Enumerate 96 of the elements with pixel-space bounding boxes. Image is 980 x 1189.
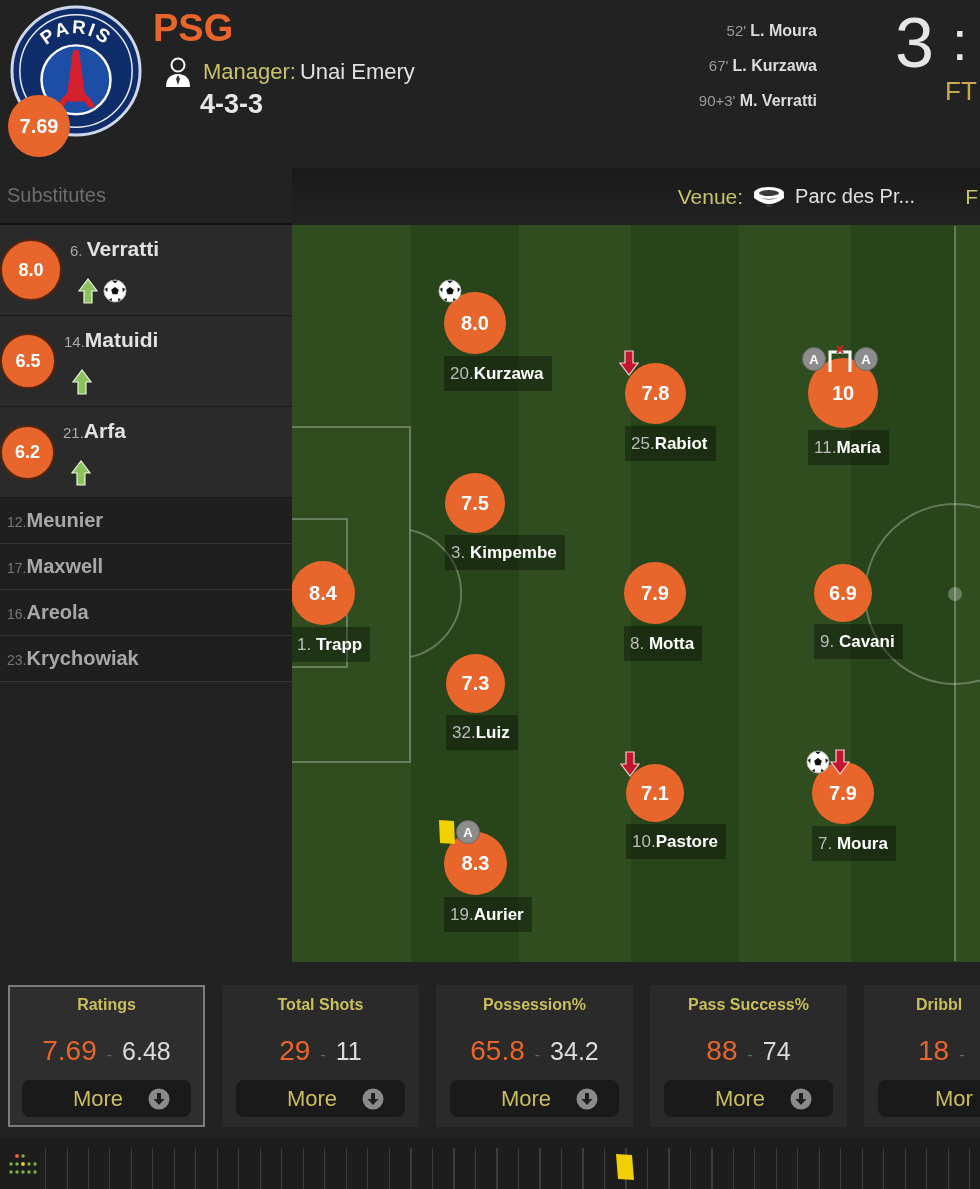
more-button[interactable]: More <box>450 1080 619 1117</box>
player-rating: 8.0 <box>444 292 506 354</box>
player-rating: 7.5 <box>445 473 505 533</box>
player-name: 21.Arfa <box>63 418 126 444</box>
player-name-tag: 3. Kimpembe <box>445 535 565 570</box>
stat-title: Ratings <box>77 995 136 1015</box>
stadium-icon <box>753 185 786 208</box>
away-value: 6.48 <box>122 1037 171 1066</box>
player-name-tag: 1. Trapp <box>292 627 371 662</box>
stat-card[interactable]: Dribbl 18 - Mor <box>864 985 980 1127</box>
value-separator: - <box>747 1046 753 1064</box>
player-name-tag: 19.Aurier <box>444 897 532 932</box>
centre-spot-marking <box>948 587 962 601</box>
down-arrow-icon <box>620 751 640 777</box>
player-rating: 6.9 <box>814 564 872 622</box>
stat-title: Pass Success% <box>688 995 809 1015</box>
home-value: 29 <box>279 1035 311 1067</box>
up-arrow-icon <box>78 278 98 304</box>
match-status: FT <box>945 76 978 106</box>
manager-label: Manager: <box>203 59 296 85</box>
info-label: F <box>965 184 978 209</box>
player-name: 12.Meunier <box>7 507 104 533</box>
up-arrow-icon <box>72 369 92 395</box>
away-value: 34.2 <box>550 1037 599 1066</box>
person-icon <box>165 56 191 88</box>
substitutes-title: Substitutes <box>7 184 106 207</box>
away-value: 74 <box>762 1037 791 1066</box>
stat-title: Dribbl <box>916 995 963 1015</box>
player-name-tag: 10.Pastore <box>626 824 726 859</box>
player-name-tag: 32.Luiz <box>446 715 518 750</box>
up-arrow-icon <box>71 460 91 486</box>
football-icon <box>438 279 462 303</box>
stat-card[interactable]: Pass Success% 88 - 74 More <box>650 985 847 1127</box>
down-arrow-icon <box>619 350 639 376</box>
manager-name: Unai Emery <box>299 59 415 85</box>
substitute-row[interactable]: 6.2 21.Arfa <box>0 407 292 498</box>
player-rating: 7.3 <box>446 654 505 713</box>
stat-card[interactable]: Total Shots 29 - 11 More <box>222 985 419 1127</box>
player-rating: 7.1 <box>626 764 684 822</box>
more-button[interactable]: Mor <box>878 1080 980 1117</box>
player-rating: 8.0 <box>0 239 62 301</box>
player-rating: 6.2 <box>0 424 55 480</box>
player-rating: 6.5 <box>0 333 56 389</box>
substitute-row[interactable]: 8.0 6. Verratti <box>0 225 292 316</box>
more-button[interactable]: More <box>664 1080 833 1117</box>
goal-frame-icon <box>826 345 854 373</box>
away-value: 11 <box>335 1037 362 1066</box>
home-value: 88 <box>706 1035 738 1067</box>
down-arrow-icon <box>830 749 850 775</box>
player-name-tag: 25.Rabiot <box>625 426 716 461</box>
value-separator: - <box>320 1046 326 1064</box>
value-separator: - <box>106 1046 113 1064</box>
goal-scorer: 67' L. Kurzawa <box>708 56 817 76</box>
player-rating: 7.9 <box>812 762 874 824</box>
player-name-tag: 8. Motta <box>624 626 703 661</box>
player-rating: 7.9 <box>624 562 686 624</box>
assist-marker: A <box>802 347 826 371</box>
player-name: 14.Matuidi <box>64 327 159 353</box>
score-separator: : <box>951 8 968 74</box>
home-value: 18 <box>918 1035 950 1067</box>
assist-marker: A <box>854 347 878 371</box>
football-icon <box>806 750 830 774</box>
home-score: 3 <box>895 8 934 78</box>
player-rating: 8.4 <box>292 561 355 625</box>
more-button[interactable]: More <box>236 1080 405 1117</box>
player-name-tag: 11.María <box>808 430 889 465</box>
venue-label: Venue: <box>677 184 744 209</box>
dots-grid-icon[interactable] <box>8 1151 38 1176</box>
team-rating: 7.69 <box>8 95 70 157</box>
player-rating: 7.8 <box>625 363 686 424</box>
assist-marker: A <box>456 820 480 844</box>
stat-card[interactable]: Possession% 65.8 - 34.2 More <box>436 985 633 1127</box>
card-icon <box>438 819 456 845</box>
stat-title: Total Shots <box>277 995 364 1015</box>
goal-scorer: 52' L. Moura <box>726 21 817 41</box>
home-value: 65.8 <box>470 1035 525 1067</box>
player-name-tag: 7. Moura <box>812 826 896 861</box>
home-value: 7.69 <box>42 1035 97 1067</box>
goal-scorer: 90+3' M. Verratti <box>698 91 817 111</box>
more-button[interactable]: More <box>22 1080 191 1117</box>
value-separator: - <box>959 1046 965 1064</box>
substitute-row[interactable]: 6.5 14.Matuidi <box>0 316 292 407</box>
value-separator: - <box>534 1046 541 1064</box>
formation: 4-3-3 <box>200 88 264 120</box>
player-name-tag: 20.Kurzawa <box>444 356 552 391</box>
team-name: PSG <box>153 6 234 50</box>
player-name: 23.Krychowiak <box>7 645 139 671</box>
venue-name: Parc des Pr... <box>795 185 916 208</box>
crest-text: PARIS <box>36 16 116 49</box>
player-name: 16.Areola <box>7 599 89 625</box>
football-icon <box>103 279 127 303</box>
player-name: 17.Maxwell <box>7 553 104 579</box>
stat-title: Possession% <box>482 995 587 1015</box>
player-name-tag: 9. Cavani <box>814 624 903 659</box>
stat-card[interactable]: Ratings 7.69 - 6.48 More <box>8 985 205 1127</box>
player-name: 6. Verratti <box>70 236 160 262</box>
